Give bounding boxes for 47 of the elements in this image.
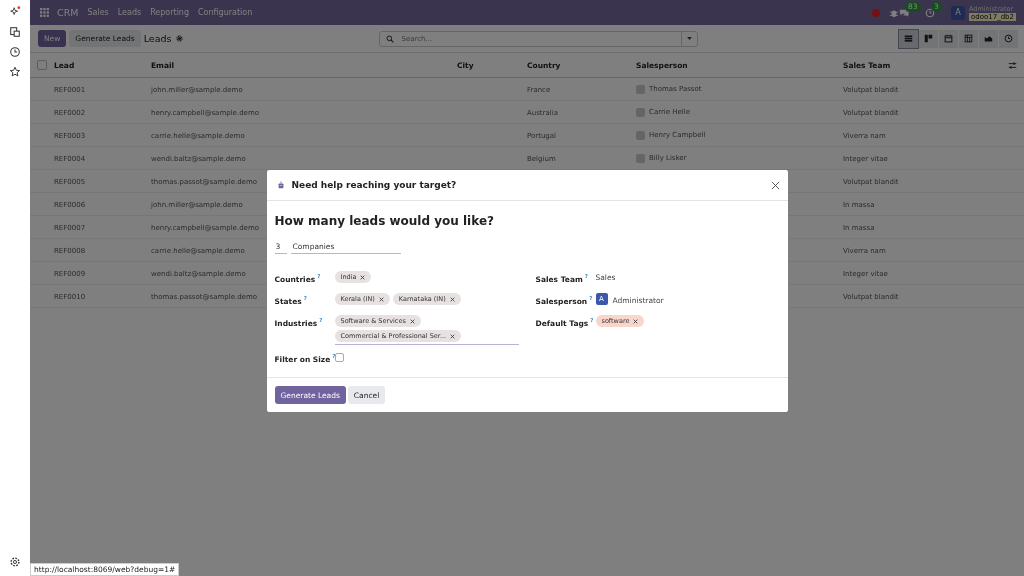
remove-icon[interactable] — [409, 318, 415, 324]
search-icon — [386, 34, 395, 43]
calendar-icon — [944, 34, 953, 43]
column-settings-icon[interactable] — [1008, 60, 1017, 70]
checkbox[interactable] — [334, 353, 344, 362]
user-avatar — [636, 153, 645, 163]
graph-icon — [984, 34, 993, 43]
remove-icon[interactable] — [360, 274, 366, 280]
list-view-button[interactable] — [899, 29, 918, 48]
gear-icon[interactable] — [176, 35, 184, 42]
clock-icon[interactable] — [9, 46, 21, 58]
user-avatar — [636, 84, 645, 94]
apps-menu-icon[interactable] — [40, 8, 49, 17]
dialog-title: Need help reaching your target? — [291, 180, 457, 190]
user-avatar[interactable]: A — [950, 5, 965, 20]
menu-item[interactable]: Reporting — [150, 8, 189, 17]
caret-icon[interactable] — [687, 37, 693, 40]
pivot-icon — [964, 34, 973, 43]
graph-view-button[interactable] — [979, 29, 998, 48]
app-name[interactable]: CRM — [57, 7, 79, 18]
robot-icon — [276, 181, 285, 189]
activity-icon — [1004, 34, 1013, 43]
close-icon[interactable] — [770, 180, 780, 190]
calendar-view-button[interactable] — [939, 29, 958, 48]
settings-icon[interactable] — [9, 556, 21, 568]
user-avatar — [636, 107, 645, 117]
star-icon[interactable] — [9, 66, 21, 78]
list-icon — [904, 34, 913, 43]
record-dot-icon[interactable] — [871, 8, 880, 17]
kanban-view-button[interactable] — [919, 29, 938, 48]
remove-icon[interactable] — [449, 296, 455, 302]
remove-icon[interactable] — [378, 296, 384, 302]
document-icon[interactable] — [9, 26, 21, 38]
sparkle-icon[interactable] — [9, 6, 21, 18]
remove-icon[interactable] — [450, 333, 456, 339]
menu-item[interactable]: Sales — [87, 8, 109, 17]
user-avatar — [636, 130, 645, 140]
breadcrumb: Leads — [143, 33, 172, 44]
select-all-checkbox[interactable] — [37, 60, 47, 70]
menu-item[interactable]: Leads — [117, 8, 142, 17]
chat-icon[interactable] — [898, 7, 909, 18]
activity-view-button[interactable] — [999, 29, 1018, 48]
menu-item[interactable]: Configuration — [198, 8, 253, 17]
pivot-view-button[interactable] — [959, 29, 978, 48]
kanban-icon — [924, 34, 933, 43]
dialog-heading: How many leads would you like? — [274, 214, 495, 228]
remove-icon[interactable] — [633, 318, 639, 324]
